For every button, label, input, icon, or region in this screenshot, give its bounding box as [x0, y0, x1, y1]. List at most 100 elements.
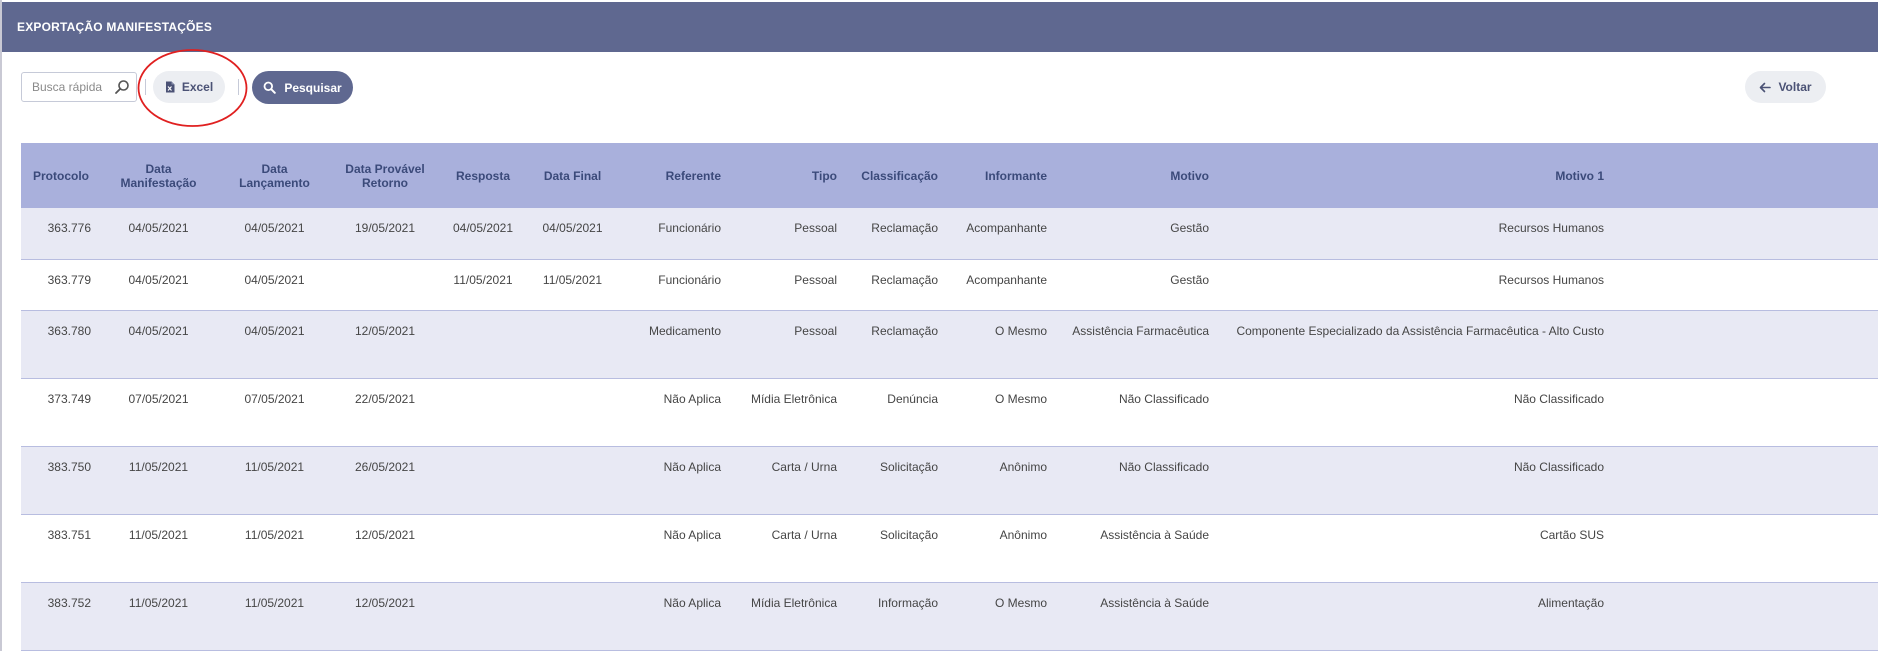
table-cell: Reclamação — [847, 259, 948, 311]
table-row[interactable]: 383.751 11/05/2021 11/05/2021 12/05/2021 Não… — [21, 514, 1878, 583]
table-cell: 04/05/2021 — [101, 208, 216, 260]
page-header: EXPORTAÇÃO MANIFESTAÇÕES — [2, 2, 1878, 52]
table-row[interactable]: 363.776 04/05/2021 04/05/2021 19/05/2021 04/… — [21, 208, 1878, 260]
col-header-data-final[interactable]: Data Final — [529, 143, 616, 208]
col-header-motivo-1[interactable]: Motivo 1 — [1219, 143, 1614, 208]
col-header-resposta[interactable]: Resposta — [437, 143, 529, 208]
table-cell: 383.750 — [21, 446, 101, 515]
table-cell: Pessoal — [731, 310, 847, 379]
table-cell: Carta / Urna — [731, 514, 847, 583]
table-cell — [437, 514, 529, 583]
table-cell: 383.752 — [21, 582, 101, 651]
table-cell: Não Aplica — [616, 378, 731, 447]
table-body: 363.776 04/05/2021 04/05/2021 19/05/2021 04/… — [21, 208, 1878, 651]
table-cell — [529, 514, 616, 583]
toolbar: Excel Pesquisar Voltar — [0, 52, 1878, 140]
table-cell: Gestão — [1057, 208, 1219, 260]
search-icon — [263, 81, 277, 94]
table-cell: Não Aplica — [616, 582, 731, 651]
table-cell: 11/05/2021 — [216, 514, 333, 583]
col-header-classificacao[interactable]: Classificação — [847, 143, 948, 208]
table-row[interactable]: 373.749 07/05/2021 07/05/2021 22/05/2021 Não… — [21, 378, 1878, 447]
table-cell — [333, 259, 437, 311]
table-cell: 363.776 — [21, 208, 101, 260]
quick-search-input[interactable] — [22, 73, 124, 101]
table-cell: 07/05/2021 — [216, 378, 333, 447]
table-cell: O Mesmo — [948, 310, 1057, 379]
table-cell: 04/05/2021 — [216, 208, 333, 260]
col-header-tipo[interactable]: Tipo — [731, 143, 847, 208]
table-cell: Denúncia — [847, 378, 948, 447]
table-cell: Reclamação — [847, 208, 948, 260]
table-row[interactable]: 383.750 11/05/2021 11/05/2021 26/05/2021 Não… — [21, 446, 1878, 515]
table-cell — [437, 378, 529, 447]
table-cell: 04/05/2021 — [101, 310, 216, 379]
pesquisar-button[interactable]: Pesquisar — [252, 71, 353, 104]
excel-button[interactable]: Excel — [153, 71, 225, 103]
quick-search-box[interactable] — [21, 72, 137, 102]
manifestacoes-table: Protocolo Data Manifestação Data Lançame… — [21, 143, 1878, 651]
voltar-button-label: Voltar — [1778, 80, 1812, 94]
table-cell: Acompanhante — [948, 208, 1057, 260]
table-cell: 383.751 — [21, 514, 101, 583]
table-cell: 04/05/2021 — [437, 208, 529, 260]
table-cell: 04/05/2021 — [216, 310, 333, 379]
table-cell: Pessoal — [731, 259, 847, 311]
toolbar-divider — [145, 79, 146, 95]
table-cell: Mídia Eletrônica — [731, 582, 847, 651]
table-cell: Não Aplica — [616, 446, 731, 515]
table-row[interactable]: 363.779 04/05/2021 04/05/2021 11/05/2021 11/… — [21, 259, 1878, 311]
table-cell: Assistência à Saúde — [1057, 514, 1219, 583]
table-cell: Assistência à Saúde — [1057, 582, 1219, 651]
table-cell — [437, 446, 529, 515]
magnifier-icon[interactable] — [114, 79, 130, 95]
col-header-motivo-2[interactable]: Mo — [1614, 143, 1878, 208]
col-header-data-lancamento[interactable]: Data Lançamento — [216, 143, 333, 208]
table-cell: 363.780 — [21, 310, 101, 379]
table-cell: Não Classificado — [1057, 378, 1219, 447]
table-cell: Não Classificado — [1057, 446, 1219, 515]
table-cell: Cadastra — [1614, 514, 1878, 583]
table-cell: Recursos Humanos — [1219, 259, 1614, 311]
table-cell: Componente Especializado da Assistência … — [1219, 310, 1614, 379]
table-cell: Solicitação — [847, 446, 948, 515]
table-cell: 363.779 — [21, 259, 101, 311]
manifestacoes-table-container[interactable]: Protocolo Data Manifestação Data Lançame… — [21, 143, 1878, 651]
pesquisar-button-label: Pesquisar — [284, 80, 342, 95]
table-cell: O Mesmo — [948, 582, 1057, 651]
col-header-data-manifestacao[interactable]: Data Manifestação — [101, 143, 216, 208]
table-header-row: Protocolo Data Manifestação Data Lançame… — [21, 143, 1878, 208]
table-cell: Recursos Humanos — [1219, 208, 1614, 260]
table-row[interactable]: 363.780 04/05/2021 04/05/2021 12/05/2021 Med… — [21, 310, 1878, 379]
table-cell: O Mesmo — [948, 378, 1057, 447]
table-cell: 22/05/2021 — [333, 378, 437, 447]
voltar-button[interactable]: Voltar — [1745, 71, 1826, 103]
col-header-data-provavel-retorno[interactable]: Data Provável Retorno — [333, 143, 437, 208]
table-cell: Solicitação — [847, 514, 948, 583]
table-cell: Alimentação para pessoas com restrições … — [1614, 582, 1878, 651]
col-header-referente[interactable]: Referente — [616, 143, 731, 208]
table-cell — [529, 378, 616, 447]
table-cell: 11/05/2021 — [101, 582, 216, 651]
col-header-protocolo[interactable]: Protocolo — [21, 143, 101, 208]
page-title: EXPORTAÇÃO MANIFESTAÇÕES — [17, 20, 213, 34]
col-header-informante[interactable]: Informante — [948, 143, 1057, 208]
table-cell: Insati — [1614, 259, 1878, 311]
table-cell: 04/05/2021 — [101, 259, 216, 311]
table-cell: Informação — [847, 582, 948, 651]
table-cell: Não Classificado — [1219, 378, 1614, 447]
table-cell: Não Class — [1614, 378, 1878, 447]
table-cell: Anônimo — [948, 514, 1057, 583]
table-cell: 07/05/2021 — [101, 378, 216, 447]
col-header-motivo[interactable]: Motivo — [1057, 143, 1219, 208]
table-cell: Gestão — [1057, 259, 1219, 311]
table-cell — [437, 310, 529, 379]
table-cell: Alimentação — [1219, 582, 1614, 651]
table-cell: Pessoal — [731, 208, 847, 260]
table-row[interactable]: 383.752 11/05/2021 11/05/2021 12/05/2021 Não… — [21, 582, 1878, 651]
table-cell: Funcionário — [616, 208, 731, 260]
table-cell: 12/05/2021 — [333, 310, 437, 379]
table-cell: 04/05/2021 — [529, 208, 616, 260]
table-cell: Carta / Urna — [731, 446, 847, 515]
table-cell: 26/05/2021 — [333, 446, 437, 515]
